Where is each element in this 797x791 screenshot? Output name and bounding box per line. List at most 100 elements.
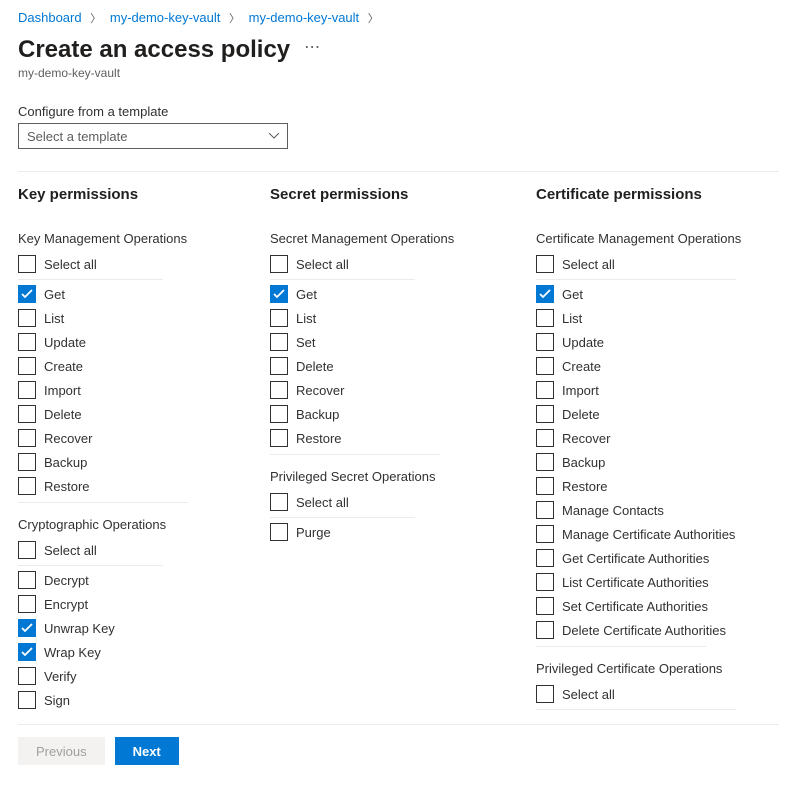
checkbox[interactable] <box>536 429 554 447</box>
checkbox-row[interactable]: Backup <box>18 450 270 474</box>
checkbox[interactable] <box>536 685 554 703</box>
checkbox[interactable] <box>536 621 554 639</box>
checkbox[interactable] <box>270 523 288 541</box>
checkbox[interactable] <box>18 357 36 375</box>
checkbox-label: Get <box>296 287 317 302</box>
checkbox[interactable] <box>536 453 554 471</box>
checkbox[interactable] <box>536 255 554 273</box>
previous-button[interactable]: Previous <box>18 737 105 765</box>
checkbox[interactable] <box>536 381 554 399</box>
template-dropdown[interactable]: Select a template <box>18 123 288 149</box>
checkbox-label: Import <box>562 383 599 398</box>
checkbox-row[interactable]: List <box>270 306 536 330</box>
select-all-checkbox[interactable]: Select all <box>18 538 163 566</box>
checkbox-row[interactable]: Backup <box>270 402 536 426</box>
checkbox-row[interactable]: Set <box>270 330 536 354</box>
breadcrumb-link[interactable]: Dashboard <box>18 10 82 25</box>
checkbox[interactable] <box>536 477 554 495</box>
select-all-checkbox[interactable]: Select all <box>270 490 415 518</box>
group-heading: Secret Management Operations <box>270 231 536 246</box>
more-actions-button[interactable]: ⋯ <box>304 37 321 63</box>
checkbox[interactable] <box>270 333 288 351</box>
checkbox-row[interactable]: Restore <box>536 474 779 498</box>
checkbox-row[interactable]: Sign <box>18 688 270 712</box>
checkbox-row[interactable]: Purge <box>270 520 536 544</box>
checkbox[interactable] <box>270 381 288 399</box>
checkbox[interactable] <box>18 333 36 351</box>
checkbox-row[interactable]: Recover <box>270 378 536 402</box>
checkbox-row[interactable]: Manage Certificate Authorities <box>536 522 779 546</box>
checkbox-label: List Certificate Authorities <box>562 575 709 590</box>
breadcrumb-link[interactable]: my-demo-key-vault <box>110 10 221 25</box>
checkbox-row[interactable]: Create <box>18 354 270 378</box>
checkbox-row[interactable]: Delete <box>18 402 270 426</box>
checkbox-row[interactable]: List <box>536 306 779 330</box>
select-all-checkbox[interactable]: Select all <box>536 252 736 280</box>
checkbox[interactable] <box>536 549 554 567</box>
checkbox[interactable] <box>270 429 288 447</box>
next-button[interactable]: Next <box>115 737 179 765</box>
checkbox-row[interactable]: Get <box>18 282 270 306</box>
checkbox-row[interactable]: Update <box>536 330 779 354</box>
checkbox-row[interactable]: Recover <box>536 426 779 450</box>
checkbox[interactable] <box>536 525 554 543</box>
checkbox[interactable] <box>270 357 288 375</box>
checkbox[interactable] <box>18 309 36 327</box>
select-all-checkbox[interactable]: Select all <box>536 682 736 710</box>
select-all-checkbox[interactable]: Select all <box>270 252 415 280</box>
checkbox-row[interactable]: List Certificate Authorities <box>536 570 779 594</box>
checkbox[interactable] <box>536 285 554 303</box>
checkbox-row[interactable]: List <box>18 306 270 330</box>
checkbox[interactable] <box>536 501 554 519</box>
checkbox[interactable] <box>18 381 36 399</box>
checkbox[interactable] <box>536 309 554 327</box>
checkbox[interactable] <box>18 453 36 471</box>
checkbox-row[interactable]: Delete <box>536 402 779 426</box>
checkbox-row[interactable]: Encrypt <box>18 592 270 616</box>
checkbox-row[interactable]: Recover <box>18 426 270 450</box>
checkbox-row[interactable]: Get Certificate Authorities <box>536 546 779 570</box>
checkbox[interactable] <box>18 595 36 613</box>
checkbox[interactable] <box>18 429 36 447</box>
checkbox[interactable] <box>18 571 36 589</box>
checkbox-row[interactable]: Delete <box>270 354 536 378</box>
checkbox[interactable] <box>18 285 36 303</box>
checkbox-row[interactable]: Set Certificate Authorities <box>536 594 779 618</box>
checkbox[interactable] <box>18 405 36 423</box>
checkbox[interactable] <box>270 309 288 327</box>
select-all-checkbox[interactable]: Select all <box>18 252 163 280</box>
checkbox-row[interactable]: Get <box>536 282 779 306</box>
checkbox[interactable] <box>270 285 288 303</box>
checkbox-row[interactable]: Restore <box>18 474 270 498</box>
checkbox[interactable] <box>270 405 288 423</box>
breadcrumb-link[interactable]: my-demo-key-vault <box>249 10 360 25</box>
checkbox[interactable] <box>18 477 36 495</box>
checkbox[interactable] <box>536 597 554 615</box>
checkbox-row[interactable]: Import <box>536 378 779 402</box>
checkbox-row[interactable]: Import <box>18 378 270 402</box>
checkbox-row[interactable]: Backup <box>536 450 779 474</box>
checkbox-row[interactable]: Manage Contacts <box>536 498 779 522</box>
checkbox[interactable] <box>536 357 554 375</box>
checkbox-row[interactable]: Decrypt <box>18 568 270 592</box>
checkbox-row[interactable]: Verify <box>18 664 270 688</box>
checkbox[interactable] <box>536 405 554 423</box>
checkbox[interactable] <box>536 573 554 591</box>
checkbox-row[interactable]: Unwrap Key <box>18 616 270 640</box>
checkbox[interactable] <box>536 333 554 351</box>
checkbox-row[interactable]: Wrap Key <box>18 640 270 664</box>
checkbox[interactable] <box>18 691 36 709</box>
checkbox[interactable] <box>18 541 36 559</box>
checkbox[interactable] <box>18 619 36 637</box>
checkbox[interactable] <box>18 667 36 685</box>
checkbox-label: Backup <box>296 407 339 422</box>
checkbox[interactable] <box>270 493 288 511</box>
checkbox-row[interactable]: Restore <box>270 426 536 450</box>
checkbox[interactable] <box>270 255 288 273</box>
checkbox-row[interactable]: Create <box>536 354 779 378</box>
checkbox-row[interactable]: Update <box>18 330 270 354</box>
checkbox[interactable] <box>18 643 36 661</box>
checkbox[interactable] <box>18 255 36 273</box>
checkbox-row[interactable]: Delete Certificate Authorities <box>536 618 779 642</box>
checkbox-row[interactable]: Get <box>270 282 536 306</box>
